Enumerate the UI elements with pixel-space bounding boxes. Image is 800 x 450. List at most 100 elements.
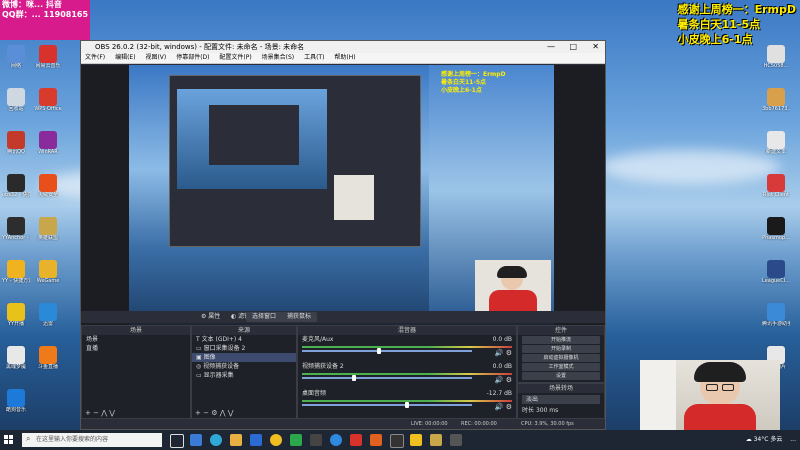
desktop-shortcut-icon[interactable]: Riot Client	[762, 174, 790, 210]
file-explorer-icon[interactable]	[230, 434, 242, 446]
store-icon[interactable]	[250, 434, 262, 446]
desktop-shortcut-icon[interactable]: 英雄联盟	[34, 217, 62, 253]
desktop-shortcut-icon[interactable]: HC5058...	[762, 45, 790, 81]
source-item[interactable]: ▣ 图像	[192, 353, 296, 362]
properties-button[interactable]: ⚙ 属性	[201, 312, 220, 322]
volume-slider[interactable]	[302, 348, 472, 354]
channel-db: 0.0 dB	[492, 336, 512, 343]
weather-icon[interactable]: ☁	[746, 436, 754, 443]
gear-icon[interactable]: ⚙	[211, 409, 217, 417]
virtual-camera-button[interactable]: 启动虚拟摄像机	[522, 354, 600, 362]
settings-button[interactable]: 设置	[522, 372, 600, 380]
add-icon[interactable]: +	[195, 409, 201, 417]
desktop-shortcut-icon[interactable]: WinRAR	[34, 131, 62, 167]
search-icon: ⌕	[26, 434, 31, 443]
volume-slider[interactable]	[302, 402, 472, 408]
app-icon[interactable]	[430, 434, 442, 446]
gear-icon[interactable]: ⚙	[506, 349, 512, 357]
app-icon[interactable]	[450, 434, 462, 446]
social-overlay: 微博：咪... 抖音 QQ群：... 11908165	[0, 0, 90, 40]
menu-file[interactable]: 文件(F)	[85, 54, 105, 61]
studio-mode-button[interactable]: 工作室模式	[522, 363, 600, 371]
volume-knob[interactable]	[351, 375, 356, 381]
desktop-shortcut-icon[interactable]: YY开播	[2, 303, 30, 339]
menu-scene-collection[interactable]: 场景集合(S)	[262, 54, 295, 61]
desktop-shortcut-icon[interactable]: LeagueCl... - 快捷方式	[762, 260, 790, 296]
desktop-shortcut-icon[interactable]: 3bb76173...	[762, 88, 790, 124]
transition-select[interactable]: 淡出	[522, 395, 600, 404]
obs-preview[interactable]: 感谢上周榜一：ErmpD 暑条白天11-5点 小皮晚上6-1点	[81, 65, 605, 349]
edge-icon[interactable]	[210, 434, 222, 446]
move-up-icon[interactable]: ⋀	[101, 409, 107, 417]
maximize-button[interactable]: □	[569, 41, 577, 53]
speaker-icon[interactable]: 🔊	[495, 349, 504, 357]
desktop-shortcut-icon[interactable]: 网易云音乐	[34, 45, 62, 81]
task-view-icon[interactable]	[170, 434, 184, 448]
menu-edit[interactable]: 编辑(E)	[115, 54, 135, 61]
scene-item[interactable]: 直播	[82, 344, 190, 353]
source-item[interactable]: ▭ 显示器采集	[192, 371, 296, 380]
obs-title-bar[interactable]: OBS 26.0.2 (32-bit, windows) - 配置文件: 未命名…	[81, 41, 605, 53]
minimize-button[interactable]: —	[547, 41, 555, 53]
desktop-shortcut-icon[interactable]: YYAnchor - 快捷方式	[2, 217, 30, 253]
menu-tools[interactable]: 工具(T)	[304, 54, 324, 61]
taskbar-search-input[interactable]: 在这里输入你要搜索的内容	[22, 433, 162, 447]
desktop-shortcut-icon[interactable]: 斗鱼直播	[34, 346, 62, 382]
desktop-shortcut-icon[interactable]: obs32 - 快捷方式	[2, 174, 30, 210]
capture-cursor-button[interactable]: 捕获鼠标	[281, 312, 318, 322]
scene-item[interactable]: 场景	[82, 335, 190, 344]
desktop-shortcut-icon[interactable]: 新建文本	[762, 131, 790, 167]
app-icon[interactable]	[370, 434, 382, 446]
desktop-shortcut-icon[interactable]: 迅雷	[34, 303, 62, 339]
remove-icon[interactable]: −	[93, 409, 99, 417]
system-tray: ☁ 34°C 多云 ...	[746, 430, 796, 450]
obs-icon[interactable]	[390, 434, 404, 448]
app-icon[interactable]	[350, 434, 362, 446]
menu-view[interactable]: 视图(V)	[145, 54, 166, 61]
menu-docks[interactable]: 停靠部件(D)	[176, 54, 209, 61]
app-icon[interactable]	[410, 434, 422, 446]
move-down-icon[interactable]: ⋁	[109, 409, 115, 417]
source-item[interactable]: T 文本 (GDI+) 4	[192, 335, 296, 344]
desktop-shortcut-icon[interactable]: 腾讯手游助手	[762, 303, 790, 339]
desktop-shortcut-icon[interactable]: WPS Office	[34, 88, 62, 124]
desktop-shortcut-icon[interactable]: WeGame	[34, 260, 62, 296]
desktop-shortcut-icon[interactable]: 网络	[2, 45, 30, 81]
add-icon[interactable]: +	[85, 409, 91, 417]
app-icon[interactable]	[190, 434, 202, 446]
move-up-icon[interactable]: ⋀	[220, 409, 226, 417]
speaker-icon[interactable]: 🔊	[495, 376, 504, 384]
close-button[interactable]: ✕	[592, 41, 599, 53]
desktop-shortcut-icon[interactable]: YY - 快捷方式	[2, 260, 30, 296]
weather[interactable]: 34°C 多云	[754, 436, 783, 443]
desktop-shortcut-icon[interactable]: 黑魂梦魇	[2, 346, 30, 382]
start-streaming-button[interactable]: 开始推流	[522, 336, 600, 344]
desktop-shortcut-icon[interactable]: 腾讯QQ	[2, 131, 30, 167]
obs-window[interactable]: OBS 26.0.2 (32-bit, windows) - 配置文件: 未命名…	[80, 40, 606, 430]
app-icon[interactable]	[290, 434, 302, 446]
app-icon[interactable]	[270, 434, 282, 446]
start-recording-button[interactable]: 开始录制	[522, 345, 600, 353]
clock[interactable]: ...	[790, 436, 796, 443]
remove-icon[interactable]: −	[203, 409, 209, 417]
gear-icon[interactable]: ⚙	[506, 376, 512, 384]
desktop-shortcut-icon[interactable]: 酷狗音乐	[2, 389, 30, 425]
desktop-shortcut-icon[interactable]: 回收站	[2, 88, 30, 124]
source-item[interactable]: ◎ 视频捕获设备	[192, 362, 296, 371]
volume-knob[interactable]	[376, 348, 381, 354]
speaker-icon[interactable]: 🔊	[495, 403, 504, 411]
gear-icon[interactable]: ⚙	[506, 403, 512, 411]
desktop-shortcut-icon[interactable]: Phasmop...	[762, 217, 790, 253]
move-down-icon[interactable]: ⋁	[228, 409, 234, 417]
menu-help[interactable]: 帮助(H)	[334, 54, 355, 61]
app-icon[interactable]	[310, 434, 322, 446]
source-item[interactable]: ▭ 窗口采集设备 2	[192, 344, 296, 353]
select-window-button[interactable]: 选择窗口	[246, 312, 283, 322]
volume-slider[interactable]	[302, 375, 472, 381]
browser-icon[interactable]	[330, 434, 342, 446]
desktop-shortcut-icon[interactable]: 火绒安全	[34, 174, 62, 210]
windows-start-icon[interactable]	[4, 435, 14, 445]
volume-knob[interactable]	[404, 402, 409, 408]
transition-duration[interactable]: 时长 300 ms	[518, 406, 604, 415]
menu-profile[interactable]: 配置文件(P)	[219, 54, 251, 61]
